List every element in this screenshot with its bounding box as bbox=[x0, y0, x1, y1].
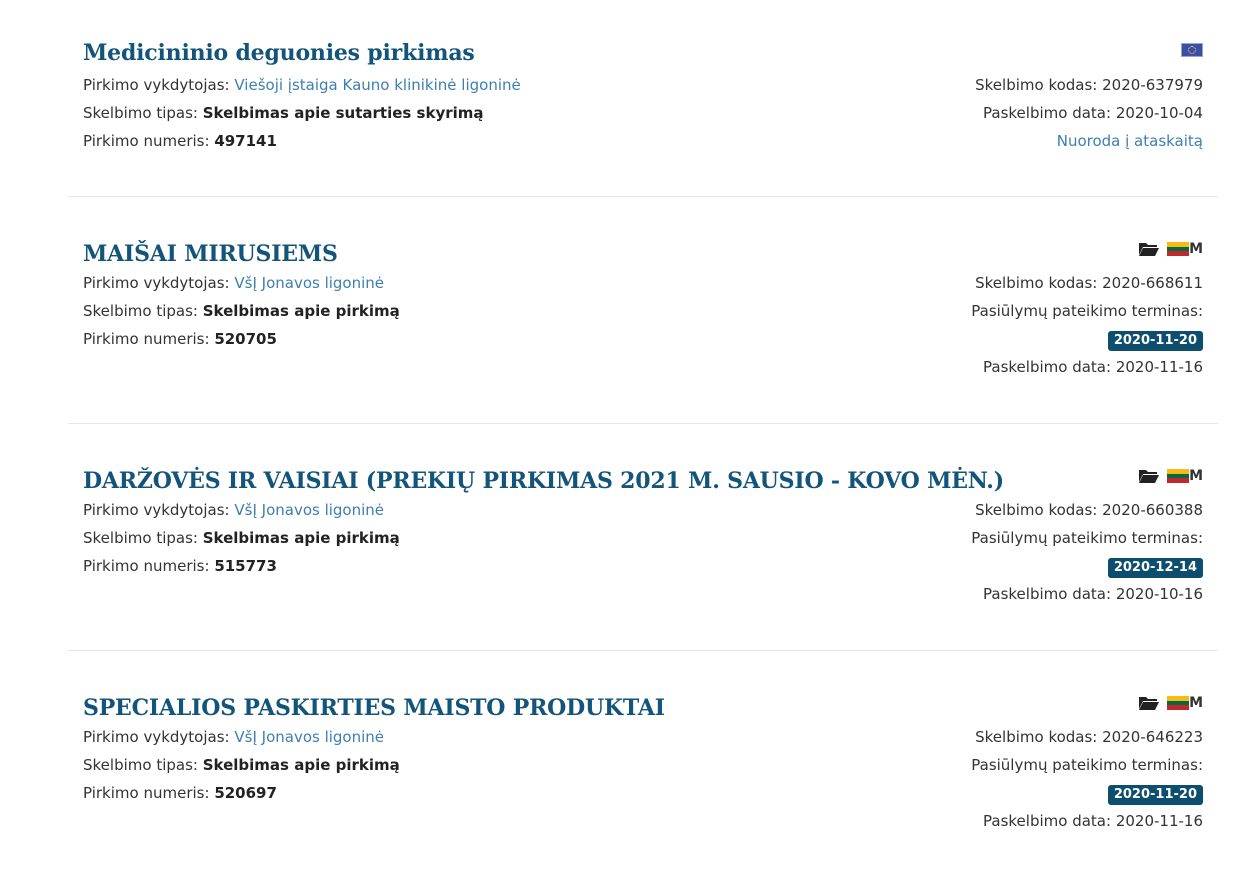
m-icon: M bbox=[1189, 695, 1203, 711]
published-value: 2020-10-04 bbox=[1115, 104, 1203, 122]
code-value: 2020-668611 bbox=[1102, 274, 1203, 292]
type-value: Skelbimas apie pirkimą bbox=[202, 756, 400, 774]
number-value: 497141 bbox=[214, 132, 277, 150]
published-value: 2020-11-16 bbox=[1115, 358, 1203, 376]
code-value: 2020-637979 bbox=[1102, 76, 1203, 94]
executor-link[interactable]: VšĮ Jonavos ligoninė bbox=[234, 728, 384, 746]
procurement-item: MAIŠAI MIRUSIEMS M Pirkimo vykdytojas: V… bbox=[68, 197, 1218, 424]
type-value: Skelbimas apie pirkimą bbox=[202, 529, 400, 547]
code-row: Skelbimo kodas: 2020-646223 bbox=[975, 728, 1203, 746]
deadline-label: Pasiūlymų pateikimo terminas: bbox=[971, 529, 1203, 547]
item-icons: M bbox=[1139, 468, 1203, 484]
published-row: Paskelbimo data: 2020-11-16 bbox=[983, 812, 1203, 830]
folder-icon[interactable] bbox=[1139, 469, 1160, 483]
published-value: 2020-11-16 bbox=[1115, 812, 1203, 830]
notice-details: Skelbimo kodas: 2020-637979 Paskelbimo d… bbox=[975, 71, 1203, 155]
type-row: Skelbimo tipas: Skelbimas apie pirkimą bbox=[83, 756, 400, 774]
number-row: Pirkimo numeris: 515773 bbox=[83, 557, 277, 575]
type-row: Skelbimo tipas: Skelbimas apie pirkimą bbox=[83, 302, 400, 320]
published-row: Paskelbimo data: 2020-10-04 bbox=[983, 104, 1203, 122]
procurement-title[interactable]: MAIŠAI MIRUSIEMS bbox=[83, 241, 338, 267]
item-icons: M bbox=[1139, 695, 1203, 711]
executor-row: Pirkimo vykdytojas: VšĮ Jonavos ligoninė bbox=[83, 728, 385, 746]
procurement-item: Medicininio deguonies pirkimas Pirkimo v… bbox=[68, 0, 1218, 197]
deadline-badge: 2020-11-20 bbox=[1107, 785, 1203, 805]
type-value: Skelbimas apie pirkimą bbox=[202, 302, 400, 320]
number-row: Pirkimo numeris: 520705 bbox=[83, 330, 277, 348]
eu-flag-icon bbox=[1181, 43, 1203, 57]
procurement-title[interactable]: DARŽOVĖS IR VAISIAI (PREKIŲ PIRKIMAS 202… bbox=[83, 468, 1004, 494]
deadline-label: Pasiūlymų pateikimo terminas: bbox=[971, 302, 1203, 320]
lt-flag-icon bbox=[1167, 242, 1190, 257]
m-icon: M bbox=[1189, 241, 1203, 257]
code-value: 2020-660388 bbox=[1102, 501, 1203, 519]
number-value: 520697 bbox=[214, 784, 277, 802]
procurement-details: Pirkimo vykdytojas: VšĮ Jonavos ligoninė… bbox=[83, 723, 400, 807]
published-value: 2020-10-16 bbox=[1115, 585, 1203, 603]
code-row: Skelbimo kodas: 2020-660388 bbox=[975, 501, 1203, 519]
number-value: 520705 bbox=[214, 330, 277, 348]
type-value: Skelbimas apie sutarties skyrimą bbox=[202, 104, 484, 122]
notice-details: Skelbimo kodas: 2020-646223 Pasiūlymų pa… bbox=[971, 723, 1203, 835]
lt-flag-icon bbox=[1167, 469, 1190, 484]
executor-row: Pirkimo vykdytojas: Viešoji įstaiga Kaun… bbox=[83, 76, 521, 94]
code-row: Skelbimo kodas: 2020-668611 bbox=[975, 274, 1203, 292]
procurement-details: Pirkimo vykdytojas: Viešoji įstaiga Kaun… bbox=[83, 71, 521, 155]
procurement-item: SPECIALIOS PASKIRTIES MAISTO PRODUKTAI M… bbox=[68, 651, 1218, 878]
notice-details: Skelbimo kodas: 2020-668611 Pasiūlymų pa… bbox=[971, 269, 1203, 381]
procurement-list: Medicininio deguonies pirkimas Pirkimo v… bbox=[68, 0, 1218, 878]
procurement-title[interactable]: Medicininio deguonies pirkimas bbox=[83, 40, 475, 66]
number-row: Pirkimo numeris: 520697 bbox=[83, 784, 277, 802]
procurement-item: DARŽOVĖS IR VAISIAI (PREKIŲ PIRKIMAS 202… bbox=[68, 424, 1218, 651]
procurement-details: Pirkimo vykdytojas: VšĮ Jonavos ligoninė… bbox=[83, 496, 400, 580]
item-icons: M bbox=[1139, 241, 1203, 257]
folder-icon[interactable] bbox=[1139, 242, 1160, 256]
published-row: Paskelbimo data: 2020-10-16 bbox=[983, 585, 1203, 603]
code-value: 2020-646223 bbox=[1102, 728, 1203, 746]
procurement-details: Pirkimo vykdytojas: VšĮ Jonavos ligoninė… bbox=[83, 269, 400, 353]
executor-row: Pirkimo vykdytojas: VšĮ Jonavos ligoninė bbox=[83, 274, 385, 292]
m-icon: M bbox=[1189, 468, 1203, 484]
folder-icon[interactable] bbox=[1139, 696, 1160, 710]
lt-flag-icon bbox=[1167, 696, 1190, 711]
item-icons bbox=[1181, 42, 1203, 58]
number-value: 515773 bbox=[214, 557, 277, 575]
number-row: Pirkimo numeris: 497141 bbox=[83, 132, 277, 150]
deadline-badge: 2020-12-14 bbox=[1107, 558, 1203, 578]
procurement-title[interactable]: SPECIALIOS PASKIRTIES MAISTO PRODUKTAI bbox=[83, 695, 665, 721]
executor-link[interactable]: Viešoji įstaiga Kauno klinikinė ligoninė bbox=[234, 76, 520, 94]
type-row: Skelbimo tipas: Skelbimas apie pirkimą bbox=[83, 529, 400, 547]
published-row: Paskelbimo data: 2020-11-16 bbox=[983, 358, 1203, 376]
executor-link[interactable]: VšĮ Jonavos ligoninė bbox=[234, 501, 384, 519]
report-link[interactable]: Nuoroda į ataskaitą bbox=[1057, 132, 1203, 150]
notice-details: Skelbimo kodas: 2020-660388 Pasiūlymų pa… bbox=[971, 496, 1203, 608]
code-row: Skelbimo kodas: 2020-637979 bbox=[975, 76, 1203, 94]
executor-link[interactable]: VšĮ Jonavos ligoninė bbox=[234, 274, 384, 292]
deadline-label: Pasiūlymų pateikimo terminas: bbox=[971, 756, 1203, 774]
executor-row: Pirkimo vykdytojas: VšĮ Jonavos ligoninė bbox=[83, 501, 385, 519]
deadline-badge: 2020-11-20 bbox=[1107, 331, 1203, 351]
type-row: Skelbimo tipas: Skelbimas apie sutarties… bbox=[83, 104, 484, 122]
